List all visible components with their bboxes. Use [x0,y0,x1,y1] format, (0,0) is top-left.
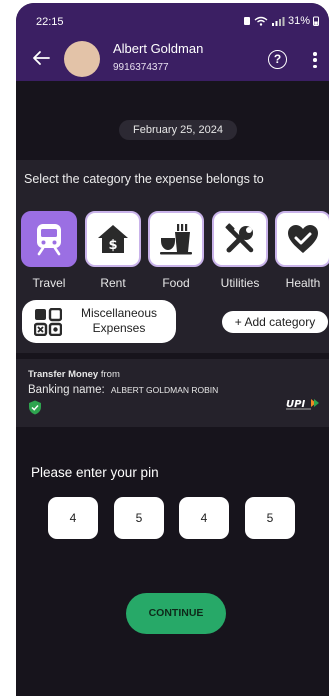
train-icon [37,224,61,256]
status-time: 22:15 [36,16,64,28]
wifi-icon [254,16,268,26]
upi-logo: UPI [286,399,319,410]
misc-line-1: Miscellaneous [80,306,158,320]
category-health[interactable]: Health [275,211,329,290]
house-rupee-icon: $ [98,225,128,253]
category-travel[interactable]: Travel [21,211,77,290]
category-utilities[interactable]: Utilities [212,211,268,290]
category-tile-travel[interactable] [21,211,77,267]
verified-shield-icon [29,400,41,415]
food-icon [160,224,192,255]
category-label: Utilities [220,276,260,290]
more-options-icon[interactable] [312,52,318,68]
category-rent[interactable]: $ Rent [85,211,141,290]
heart-check-icon [288,225,318,253]
category-prompt: Select the category the expense belongs … [24,172,264,186]
category-tile-utilities[interactable] [212,211,268,267]
category-panel: Select the category the expense belongs … [16,160,329,353]
category-label: Health [285,276,321,290]
banking-name-value: ALBERT GOLDMAN ROBIN [110,385,219,395]
battery-percent: 31% [287,15,310,27]
pin-digit-3[interactable]: 4 [179,497,229,539]
category-label: Rent [100,276,126,290]
signal-icon [271,17,285,26]
misc-line-2: Expenses [92,321,146,335]
banking-name-label: Banking name: [28,384,105,396]
contact-phone: 9916374377 [113,62,169,73]
transfer-from-label: from [98,369,120,380]
grid-icon [34,308,62,336]
category-tile-rent[interactable]: $ [85,211,141,267]
top-app-bar: 22:15 31% Albert Goldman 9916374377 ? [16,3,329,81]
transfer-line: Transfer Money from [28,369,120,380]
svg-text:$: $ [108,238,117,253]
pin-digit-2[interactable]: 5 [114,497,164,539]
pin-digit-1[interactable]: 4 [48,497,98,539]
continue-button[interactable]: CONTINUE [126,593,226,634]
category-label: Travel [32,276,66,290]
category-food[interactable]: Food [148,211,204,290]
miscellaneous-label: Miscellaneous Expenses [66,306,172,336]
phone-screen: 22:15 31% Albert Goldman 9916374377 ? Fe… [16,3,329,696]
pin-prompt: Please enter your pin [31,465,159,480]
avatar[interactable] [64,41,100,77]
add-category-button[interactable]: + Add category [222,311,328,333]
miscellaneous-expenses-button[interactable]: Miscellaneous Expenses [22,300,176,343]
banking-info-panel: Transfer Money from Banking name: ALBERT… [16,359,329,427]
help-icon[interactable]: ? [268,50,287,69]
status-icons: 31% [243,15,319,27]
category-label: Food [162,276,190,290]
transfer-money-label: Transfer Money [28,369,99,380]
pin-digit-4[interactable]: 5 [245,497,295,539]
category-tile-food[interactable] [148,211,204,267]
notification-icon [243,17,250,25]
category-tile-health[interactable] [275,211,329,267]
banking-name-line: Banking name: ALBERT GOLDMAN ROBIN [28,384,218,396]
back-arrow-icon[interactable] [30,47,52,69]
battery-icon [313,16,319,26]
date-chip: February 25, 2024 [119,120,237,140]
tools-icon [225,223,254,253]
svg-text:UPI: UPI [286,399,305,410]
contact-name: Albert Goldman [113,41,204,56]
